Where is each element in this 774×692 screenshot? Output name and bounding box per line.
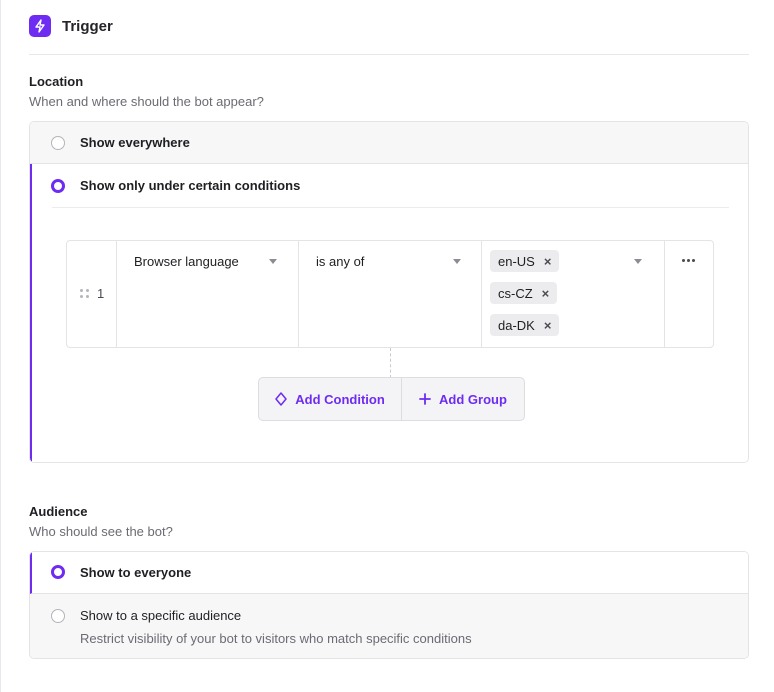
option-show-conditions[interactable]: Show only under certain conditions 1 Bro… [30,164,748,462]
option-show-everyone[interactable]: Show to everyone [30,552,748,594]
radio-specific-audience[interactable] [51,609,65,623]
option-description: Restrict visibility of your bot to visit… [80,631,472,646]
more-options-icon[interactable] [682,259,696,263]
chevron-down-icon [453,259,461,264]
value-chip: en-US × [490,250,560,272]
left-border [0,0,1,692]
operator-select-value: is any of [316,254,365,269]
remove-chip-icon[interactable]: × [544,255,552,268]
operator-select[interactable]: is any of [299,241,482,347]
audience-subtitle: Who should see the bot? [29,524,173,539]
radio-show-everywhere[interactable] [51,136,65,150]
option-specific-audience[interactable]: Show to a specific audience Restrict vis… [30,594,748,658]
remove-chip-icon[interactable]: × [542,287,550,300]
connector-line [390,348,391,378]
header-divider [29,54,749,55]
location-options-card: Show everywhere Show only under certain … [29,121,749,463]
chip-label: en-US [498,253,535,269]
lightning-icon [29,15,51,37]
drag-handle-icon[interactable] [80,289,90,299]
option-label: Show only under certain conditions [80,178,301,193]
trigger-header: Trigger [29,14,113,38]
option-show-everywhere[interactable]: Show everywhere [30,122,748,164]
value-chip: cs-CZ × [490,282,558,304]
plus-icon [419,393,431,405]
option-label: Show to a specific audience [80,608,242,623]
radio-show-everyone[interactable] [51,565,65,579]
diamond-icon [275,392,287,406]
location-title: Location [29,74,84,89]
add-actions-group: Add Condition Add Group [258,377,525,421]
chip-label: cs-CZ [498,285,533,301]
chevron-down-icon [269,259,277,264]
option-label: Show everywhere [80,135,190,150]
audience-title: Audience [29,504,88,519]
field-select[interactable]: Browser language [117,241,299,347]
option-label: Show to everyone [80,565,192,580]
location-subtitle: When and where should the bot appear? [29,94,264,109]
value-chip: da-DK × [490,314,560,336]
page-title: Trigger [62,17,113,35]
condition-index-cell: 1 [67,241,117,347]
values-multiselect[interactable]: en-US × cs-CZ × da-DK × [482,241,665,347]
remove-chip-icon[interactable]: × [544,319,552,332]
radio-show-conditions[interactable] [51,179,65,193]
add-group-button[interactable]: Add Group [402,378,524,420]
more-options-cell [665,241,713,347]
audience-options-card: Show to everyone Show to a specific audi… [29,551,749,659]
chevron-down-icon [634,259,642,264]
field-select-value: Browser language [134,254,239,269]
add-group-label: Add Group [439,391,507,407]
add-condition-label: Add Condition [295,391,385,407]
chip-label: da-DK [498,317,535,333]
add-condition-button[interactable]: Add Condition [259,378,402,420]
condition-row: 1 Browser language is any of en-US × cs-… [66,240,714,348]
divider [52,207,729,208]
condition-number: 1 [97,286,105,301]
